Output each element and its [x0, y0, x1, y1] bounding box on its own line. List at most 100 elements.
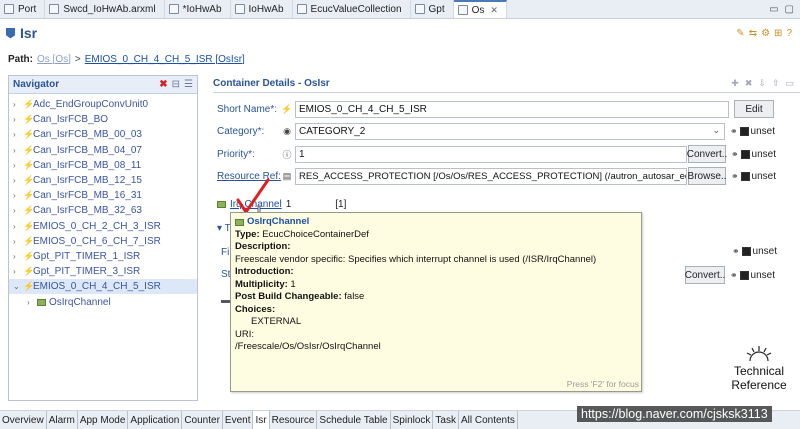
tree-item[interactable]: › ⚡ Adc_EndGroupConvUnit0 [9, 97, 197, 112]
add-icon[interactable]: ✚ [731, 78, 739, 89]
isr-icon: ⚡ [23, 99, 35, 110]
navigator-tree: › ⚡ Adc_EndGroupConvUnit0 › ⚡ Can_IsrFCB_BO … [9, 94, 197, 310]
tab-all-contents[interactable]: All Contents [459, 411, 518, 429]
tab-gpt[interactable]: Gpt [411, 0, 454, 18]
link-icon[interactable]: ✎ [736, 28, 744, 39]
browse-button[interactable]: Browse.. [688, 167, 726, 185]
unset-checkbox[interactable] [739, 270, 749, 280]
help-icon[interactable]: ? [786, 28, 792, 39]
delete-icon[interactable]: ✖ [159, 79, 167, 90]
tree-item[interactable]: › ⚡ Can_IsrFCB_MB_08_11 [9, 158, 197, 173]
expand-arrow-icon[interactable]: › [13, 252, 23, 261]
resource-ref-field[interactable]: RES_ACCESS_PROTECTION [/Os/Os/RES_ACCESS… [295, 167, 687, 185]
breadcrumb: Path: Os [Os] > EMIOS_0_CH_4_CH_5_ISR [O… [8, 53, 245, 65]
isr-icon: ⚡ [23, 266, 35, 277]
tree-item[interactable]: › ⚡ Can_IsrFCB_MB_32_63 [9, 203, 197, 218]
settings-icon[interactable]: ⊞ [774, 28, 782, 39]
validate-icon[interactable]: ⚙ [761, 28, 770, 39]
tree-item-selected[interactable]: ⌄ ⚡ EMIOS_0_CH_4_CH_5_ISR [9, 279, 197, 295]
bolt-icon: ⚡ [281, 103, 293, 114]
breadcrumb-os[interactable]: Os [Os] [37, 54, 71, 65]
link-icon: ⚭ [732, 246, 740, 256]
tree-item[interactable]: › ⚡ Gpt_PIT_TIMER_1_ISR [9, 249, 197, 264]
tab-overview[interactable]: Overview [0, 411, 47, 429]
unset-checkbox[interactable] [741, 247, 751, 256]
tab-alarm[interactable]: Alarm [47, 411, 78, 429]
tree-item[interactable]: › ⚡ Can_IsrFCB_MB_16_31 [9, 188, 197, 203]
category-select[interactable]: CATEGORY_2 ⌄ [295, 122, 725, 140]
priority-field[interactable]: 1 [295, 145, 687, 163]
category-unset: ⚭ unset [730, 125, 776, 137]
expand-arrow-icon[interactable]: › [13, 237, 23, 246]
tab-ecuc-value-collection[interactable]: EcucValueCollection [293, 0, 411, 18]
info-icon: ⓘ [282, 149, 292, 160]
tree-item[interactable]: › ⚡ Gpt_PIT_TIMER_3_ISR [9, 264, 197, 279]
expand-arrow-icon[interactable]: › [13, 191, 23, 200]
tree-item[interactable]: › ⚡ Can_IsrFCB_MB_04_07 [9, 143, 197, 158]
expand-arrow-icon[interactable]: › [13, 115, 23, 124]
menu-icon[interactable]: ☰ [184, 79, 193, 90]
tab-isr[interactable]: Isr [253, 411, 270, 429]
expand-arrow-icon[interactable]: › [13, 176, 23, 185]
expand-arrow-icon[interactable]: › [13, 267, 23, 276]
tab-port[interactable]: Port [0, 0, 46, 18]
maximize-icon[interactable]: ▢ [785, 4, 794, 15]
expand-arrow-icon[interactable]: › [13, 161, 23, 170]
watermark-url: https://blog.naver.com/cjsksk3113 [577, 406, 772, 422]
remove-icon[interactable]: ✖ [745, 78, 753, 89]
editor-header: Isr ✎ ⇆ ⚙ ⊞ ? [0, 19, 800, 47]
tab-counter[interactable]: Counter [182, 411, 223, 429]
expand-arrow-icon[interactable]: › [13, 130, 23, 139]
view-icon[interactable]: ▭ [785, 78, 794, 89]
priority-row: Priority*: ⓘ 1 Convert.. ⚭ unset [217, 145, 776, 163]
move-up-icon[interactable]: ⇧ [772, 78, 780, 89]
tree-item[interactable]: › ⚡ Can_IsrFCB_BO [9, 112, 197, 127]
tree-item-child[interactable]: › OsIrqChannel [9, 294, 197, 309]
sync-icon[interactable]: ⇆ [749, 28, 757, 39]
tree-item[interactable]: › ⚡ EMIOS_0_CH_2_CH_3_ISR [9, 219, 197, 234]
folder-icon [235, 218, 244, 226]
tab-schedule-table[interactable]: Schedule Table [317, 411, 391, 429]
unset-checkbox[interactable] [740, 171, 750, 181]
expand-arrow-icon[interactable]: › [13, 222, 23, 231]
tree-item[interactable]: › ⚡ Can_IsrFCB_MB_12_15 [9, 173, 197, 188]
unset-checkbox[interactable] [739, 126, 749, 136]
expand-arrow-icon[interactable]: › [13, 206, 23, 215]
folder-icon [217, 201, 226, 208]
header-toolbar: ✎ ⇆ ⚙ ⊞ ? [736, 28, 800, 39]
collapse-arrow-icon[interactable]: ⌄ [13, 282, 23, 291]
move-down-icon[interactable]: ⇩ [758, 78, 766, 89]
window-controls: ▭ ▢ [769, 0, 800, 18]
isr-icon: ⚡ [23, 144, 35, 155]
page-title: Isr [20, 25, 38, 41]
convert-button[interactable]: Convert.. [687, 145, 727, 163]
tab-swcd-iohwab[interactable]: Swcd_IoHwAb.arxml [45, 0, 165, 18]
priority-unset: ⚭ unset [731, 148, 777, 160]
convert-button[interactable]: Convert.. [685, 266, 725, 284]
short-name-field[interactable]: EMIOS_0_CH_4_CH_5_ISR [295, 100, 729, 118]
tab-event[interactable]: Event [223, 411, 254, 429]
tab-iohwab[interactable]: IoHwAb [231, 0, 293, 18]
minimize-icon[interactable]: ▭ [769, 4, 778, 15]
tab-resource[interactable]: Resource [270, 411, 318, 429]
navigator-header: Navigator ✖ ⊟ ☰ [9, 76, 197, 94]
tab-app-mode[interactable]: App Mode [78, 411, 129, 429]
section-toggle[interactable]: ▾ T [217, 223, 231, 234]
tree-item[interactable]: › ⚡ EMIOS_0_CH_6_CH_7_ISR [9, 234, 197, 249]
tab-spinlock[interactable]: Spinlock [391, 411, 434, 429]
tab-task[interactable]: Task [433, 411, 459, 429]
edit-button[interactable]: Edit [734, 100, 774, 118]
folder-icon [37, 298, 46, 306]
tree-item[interactable]: › ⚡ Can_IsrFCB_MB_00_03 [9, 127, 197, 142]
expand-arrow-icon[interactable]: › [13, 146, 23, 155]
collapse-icon[interactable]: ⊟ [172, 79, 180, 90]
close-icon[interactable]: ✕ [490, 5, 498, 16]
tab-os[interactable]: Os ✕ [453, 0, 507, 18]
expand-arrow-icon[interactable]: › [27, 298, 37, 307]
breadcrumb-current[interactable]: EMIOS_0_CH_4_CH_5_ISR [OsIsr] [85, 54, 245, 65]
tab-application[interactable]: Application [128, 411, 183, 429]
expand-arrow-icon[interactable]: › [13, 100, 23, 109]
isr-icon: ⚡ [23, 114, 35, 125]
unset-checkbox[interactable] [740, 149, 750, 159]
tab-iohwab-dirty[interactable]: *IoHwAb [165, 0, 231, 18]
